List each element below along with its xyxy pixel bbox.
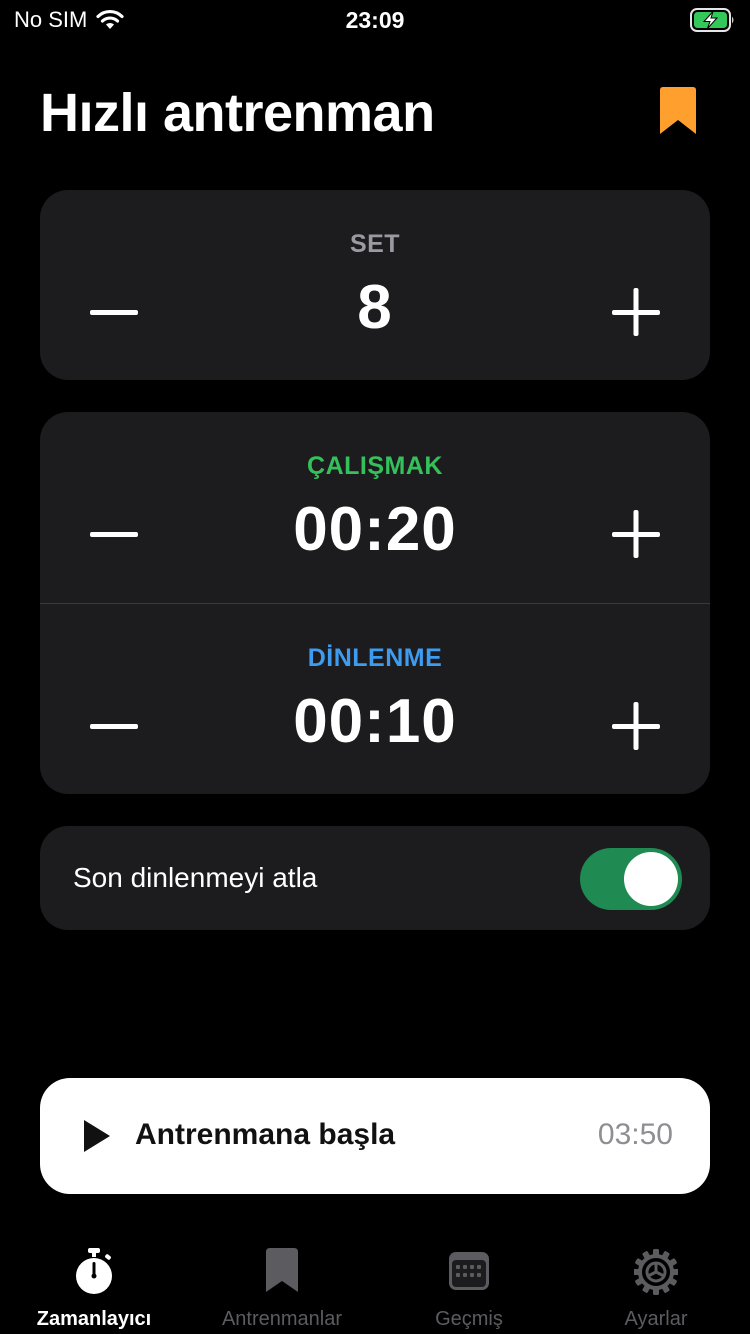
skip-last-rest-label: Son dinlenmeyi atla <box>73 862 318 893</box>
minus-icon <box>90 310 138 315</box>
tab-label: Antrenmanlar <box>221 1308 343 1330</box>
page-title: Hızlı antrenman <box>40 83 435 143</box>
start-workout-label: Antrenmana başla <box>135 1118 396 1151</box>
battery-charging-icon <box>690 8 734 32</box>
bookmark-icon <box>266 1248 298 1292</box>
minus-icon <box>90 724 138 729</box>
work-decrease-button[interactable] <box>86 506 142 562</box>
tab-history[interactable]: Geçmiş <box>375 1238 563 1334</box>
status-time: 23:09 <box>345 7 405 33</box>
plus-icon <box>612 702 660 750</box>
stopwatch-icon <box>76 1248 112 1294</box>
calendar-icon <box>449 1252 489 1290</box>
work-label: ÇALIŞMAK <box>307 452 443 480</box>
tab-timer[interactable]: Zamanlayıcı <box>0 1238 188 1334</box>
set-label: SET <box>349 230 401 258</box>
minus-icon <box>90 532 138 537</box>
rest-decrease-button[interactable] <box>86 698 142 754</box>
tab-label: Ayarlar <box>624 1308 688 1330</box>
set-increase-button[interactable] <box>608 284 664 340</box>
toggle-knob <box>624 852 678 906</box>
play-icon <box>84 1120 110 1152</box>
plus-icon <box>612 510 660 558</box>
tab-workouts[interactable]: Antrenmanlar <box>188 1238 376 1334</box>
rest-increase-button[interactable] <box>608 698 664 754</box>
plus-icon <box>612 288 660 336</box>
skip-last-rest-row: Son dinlenmeyi atla <box>40 826 710 930</box>
tab-label: Geçmiş <box>435 1308 503 1330</box>
start-workout-button[interactable]: Antrenmana başla 03:50 <box>40 1078 710 1194</box>
set-stepper: SET 8 <box>40 190 710 380</box>
set-decrease-button[interactable] <box>86 284 142 340</box>
set-card: SET 8 <box>40 190 710 380</box>
skip-last-rest-toggle[interactable] <box>580 848 682 910</box>
work-stepper: ÇALIŞMAK 00:20 <box>40 412 710 602</box>
gear-icon <box>634 1249 678 1295</box>
rest-label: DİNLENME <box>307 644 443 672</box>
tab-bar: Zamanlayıcı Antrenmanlar Geçmiş Ayarlar <box>0 1238 750 1334</box>
rest-stepper: DİNLENME 00:10 <box>40 604 710 794</box>
total-duration: 03:50 <box>597 1118 673 1151</box>
interval-card: ÇALIŞMAK 00:20 DİNLENME 00:10 <box>40 412 710 794</box>
bookmark-icon[interactable] <box>657 86 699 136</box>
status-bar: No SIM 23:09 <box>0 0 750 40</box>
tab-label: Zamanlayıcı <box>36 1308 152 1330</box>
tab-settings[interactable]: Ayarlar <box>562 1238 750 1334</box>
work-increase-button[interactable] <box>608 506 664 562</box>
